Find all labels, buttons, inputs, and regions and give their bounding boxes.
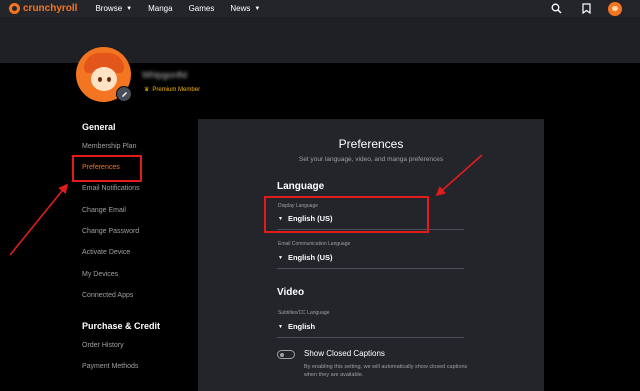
arrow-to-preferences	[9, 183, 69, 256]
arrow-to-display-language	[435, 154, 483, 197]
annotation-arrows	[9, 154, 483, 256]
